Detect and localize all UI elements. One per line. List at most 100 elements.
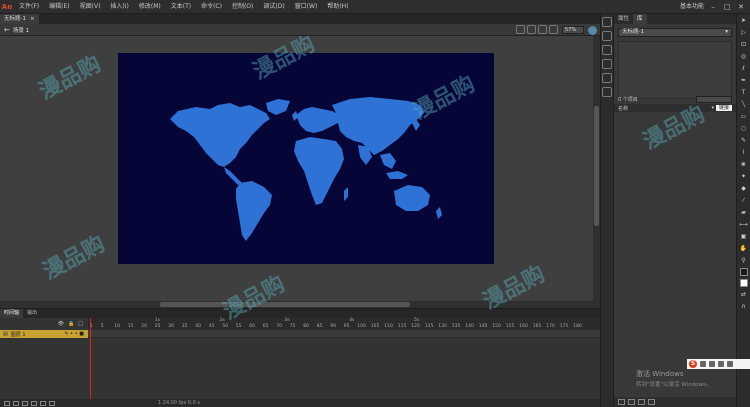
menu-item[interactable]: 窗口(W) [290,0,323,14]
delete-layer-icon[interactable] [22,400,28,406]
horizontal-scrollbar[interactable] [0,301,593,308]
tab-output[interactable]: 输出 [23,309,41,318]
new-symbol-icon[interactable] [618,399,625,405]
tab-timeline[interactable]: 时间轴 [0,309,24,318]
swap-colors-icon[interactable]: ⇄ [739,290,748,299]
library-search-input[interactable] [696,96,732,103]
scene-label[interactable]: 场景 1 [13,26,29,34]
fill-color-swatch[interactable] [739,279,748,287]
close-button[interactable]: ✕ [734,0,748,14]
horizontal-scroll-thumb[interactable] [160,302,410,307]
oval-tool-icon[interactable]: ○ [739,124,748,133]
menu-item[interactable]: 插入(I) [105,0,133,14]
ime-settings-icon[interactable] [727,361,733,367]
new-folder-icon[interactable] [628,399,635,405]
free-transform-tool-icon[interactable]: ⊡ [739,40,748,49]
menu-item[interactable]: 修改(M) [134,0,166,14]
layer-name-cell[interactable]: ▤ 图层 1 ✎ • • ■ [0,330,88,338]
pencil-tool-icon[interactable]: ✎ [739,136,748,145]
zoom-select[interactable]: 57% [562,26,584,34]
document-tab[interactable]: 无标题-1 × [0,14,39,24]
first-frame-icon[interactable] [31,400,37,406]
lasso-tool-icon[interactable]: ℓ [739,64,748,73]
vertical-scroll-thumb[interactable] [594,106,599,226]
swatches-panel-icon[interactable] [602,31,612,41]
menu-item[interactable]: 文本(T) [166,0,196,14]
subselection-tool-icon[interactable]: ▷ [739,28,748,37]
library-document-select[interactable]: 无标题-1 ▾ [618,28,732,37]
components-panel-icon[interactable] [602,87,612,97]
menu-item[interactable]: 编辑(E) [44,0,74,14]
paint-bucket-tool-icon[interactable]: ◆ [739,184,748,193]
ime-punct-icon[interactable] [709,361,715,367]
line-tool-icon[interactable]: ╲ [739,100,748,109]
brush-tool-icon[interactable]: ⌇ [739,148,748,157]
eraser-tool-icon[interactable]: ▰ [739,208,748,217]
last-frame-icon[interactable] [49,400,55,406]
transform-panel-icon[interactable] [602,73,612,83]
maximize-button[interactable]: □ [720,0,734,14]
ime-toolbar[interactable]: S [687,359,750,369]
library-panel: 属性 库 无标题-1 ▾ 0 个项目 名称 ▾ 链接 [614,14,736,407]
color-panel-icon[interactable] [602,17,612,27]
close-tab-icon[interactable]: × [30,14,35,24]
lock-icon[interactable]: 🔒 [68,321,74,327]
play-icon[interactable] [40,400,46,406]
timeline-footer: 1 24.00 fps 0.0 s [0,399,600,407]
second-marker: 4s [349,318,355,323]
selection-tool-icon[interactable]: ➤ [739,16,748,25]
frame-number: 75 [289,324,296,329]
menu-item[interactable]: 文件(F) [14,0,44,14]
layer-frames[interactable] [88,330,600,338]
menu-item[interactable]: 调试(D) [258,0,289,14]
ime-keyboard-icon[interactable] [718,361,724,367]
edit-scene-icon[interactable] [516,25,525,34]
workspace-switcher[interactable]: 基本功能 [680,0,704,14]
tab-properties[interactable]: 属性 [614,14,633,24]
edit-symbol-icon[interactable] [527,25,536,34]
delete-icon[interactable] [648,399,655,405]
panel-collapse-icon[interactable] [588,26,597,35]
pen-tool-icon[interactable]: ✒ [739,76,748,85]
camera-tool-icon[interactable]: ▣ [739,232,748,241]
align-panel-icon[interactable] [602,45,612,55]
vertical-scrollbar[interactable] [593,36,600,308]
deco-tool-icon[interactable]: ❀ [739,160,748,169]
menu-item[interactable]: 命令(C) [196,0,227,14]
back-arrow-icon[interactable]: ← [4,26,10,34]
clip-icon[interactable] [549,25,558,34]
outline-icon[interactable]: □ [78,321,83,327]
stage[interactable] [118,53,494,264]
menu-item[interactable]: 控制(O) [227,0,258,14]
column-name[interactable]: 名称 [618,105,628,112]
center-stage-icon[interactable] [538,25,547,34]
text-tool-icon[interactable]: T [739,88,748,97]
new-layer-icon[interactable] [4,400,10,406]
info-panel-icon[interactable] [602,59,612,69]
frame-number: 140 [465,324,474,329]
minimize-button[interactable]: – [706,0,720,14]
properties-icon[interactable] [638,399,645,405]
hand-tool-icon[interactable]: ✋ [739,244,748,253]
column-linkage[interactable]: 链接 [715,105,732,111]
menu-item[interactable]: 帮助(H) [322,0,353,14]
stroke-color-swatch[interactable] [739,268,748,276]
3d-rotation-tool-icon[interactable]: ◎ [739,52,748,61]
tab-library[interactable]: 库 [633,14,647,24]
eyedropper-tool-icon[interactable]: ⁄ [739,196,748,205]
menu-item[interactable]: 视图(V) [75,0,106,14]
rectangle-tool-icon[interactable]: ▭ [739,112,748,121]
frame-ruler[interactable]: 1 5 10 15 20 25 30 35 40 45 50 55 60 65 70 75 80 85 90 95 10… [88,318,600,330]
frame-number: 180 [573,324,582,329]
sort-icon[interactable]: ▾ [711,105,714,111]
zoom-tool-icon[interactable]: ⚲ [739,256,748,265]
frame-number: 40 [195,324,202,329]
bone-tool-icon[interactable]: ✦ [739,172,748,181]
width-tool-icon[interactable]: ⟷ [739,220,748,229]
playhead[interactable] [90,318,91,400]
new-folder-icon[interactable] [13,400,19,406]
ime-mode-icon[interactable] [700,361,706,367]
snap-icon[interactable]: ∩ [739,302,748,311]
show-hide-icon[interactable]: 👁 [58,321,64,327]
layer-name[interactable]: 图层 1 [11,331,26,338]
